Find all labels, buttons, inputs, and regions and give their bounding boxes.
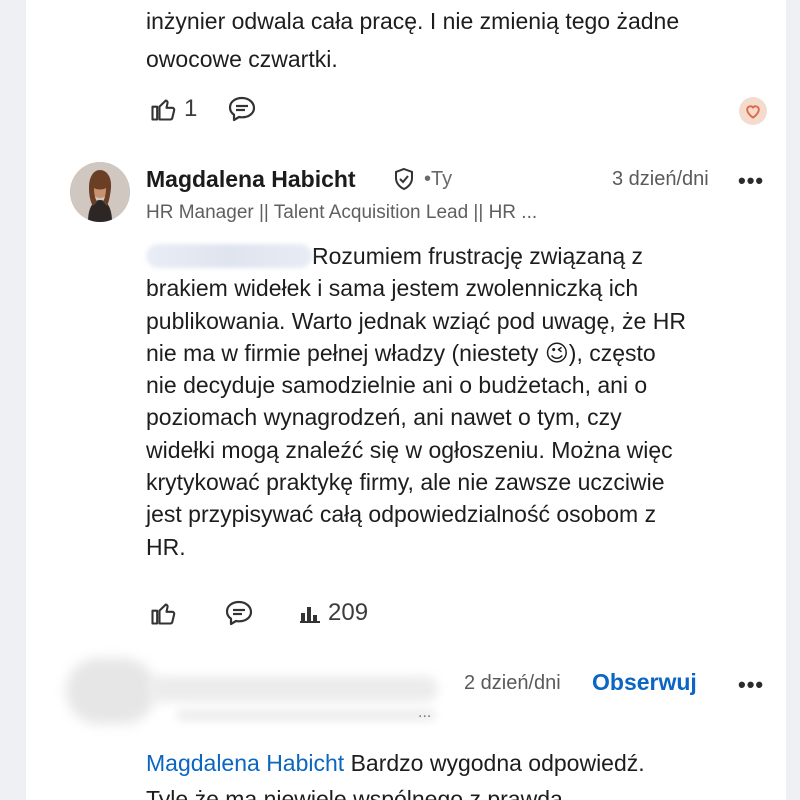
comment-actions: 209 [146,596,368,630]
like-icon[interactable] [146,596,180,630]
avatar[interactable] [66,658,156,724]
mention-link[interactable]: Magdalena Habicht [146,750,344,776]
avatar[interactable] [70,162,130,222]
reply-timestamp: 2 dzień/dni [464,672,561,694]
verified-shield-icon [393,167,415,196]
comment-icon[interactable] [225,92,259,126]
heart-reaction-icon[interactable] [739,97,767,125]
blurred-author-name [148,676,438,702]
you-label: •Ty [424,168,453,190]
follow-button[interactable]: Obserwuj [592,669,697,696]
comment-author-name[interactable]: Magdalena Habicht [146,166,356,193]
headline-ellipsis: ... [418,704,432,721]
impressions-count: 209 [328,599,369,626]
comment-timestamp: 3 dzień/dni [612,168,709,190]
author-headline: HR Manager || Talent Acquisition Lead ||… [146,202,538,223]
like-icon[interactable] [146,92,180,126]
previous-comment-actions: 1 [146,92,259,126]
blurred-author-headline [176,708,436,722]
previous-comment-text: inżynier odwala cała pracę. I nie zmieni… [146,8,680,72]
more-icon[interactable]: ••• [738,168,764,194]
impressions-icon[interactable] [298,596,322,630]
reply-text: Magdalena Habicht Bardzo wygodna odpowie… [146,750,645,800]
reaction-count: 1 [184,95,198,122]
comments-panel: inżynier odwala cała pracę. I nie zmieni… [26,0,786,800]
blurred-mention [146,244,312,268]
comment-icon[interactable] [222,596,256,630]
more-icon[interactable]: ••• [738,672,764,698]
comment-text: Rozumiem frustrację związaną z brakiem w… [146,243,686,560]
